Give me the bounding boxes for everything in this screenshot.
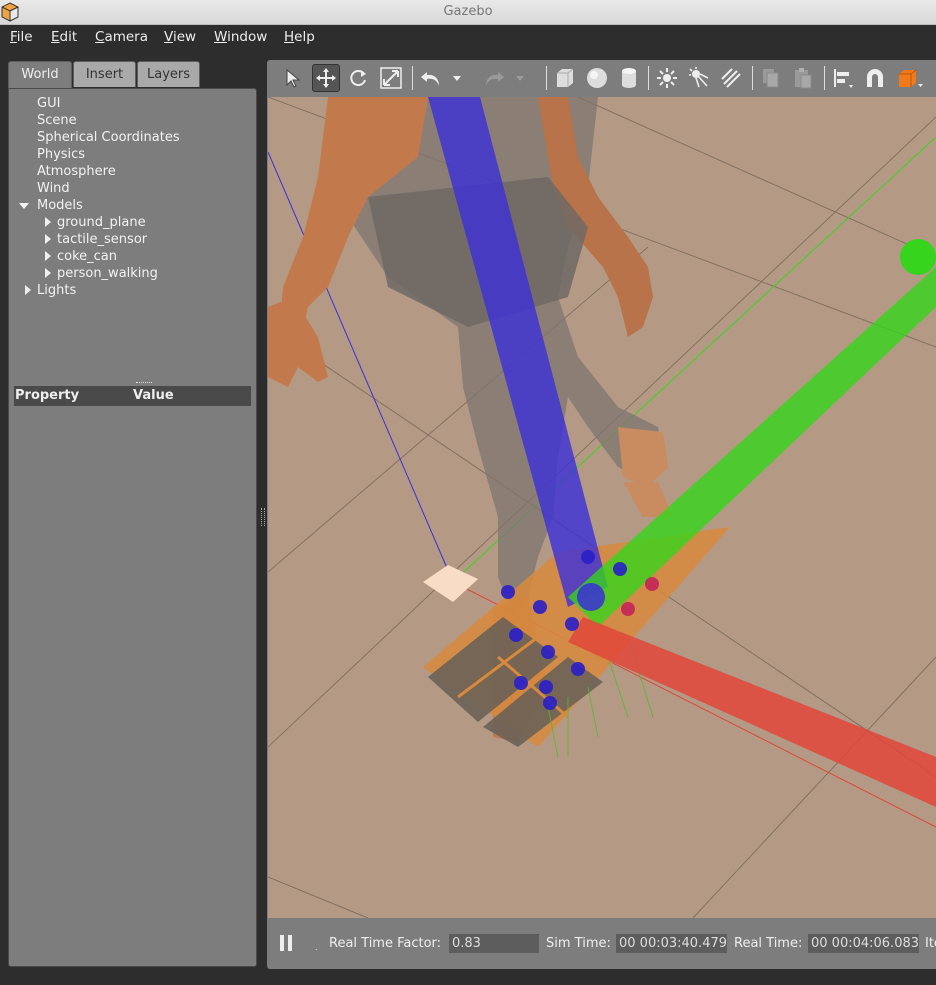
toolbar-separator [648,66,649,90]
scene-viewport[interactable] [268,97,936,918]
menu-window[interactable]: Window [214,29,267,45]
redo-icon[interactable] [480,64,508,92]
tree-item-tactile-sensor[interactable]: tactile_sensor [57,231,147,248]
window-title: Gazebo [443,4,493,19]
tree-item-person-walking[interactable]: person_walking [57,265,158,282]
toolbar-separator [412,66,413,90]
box-icon[interactable] [551,64,579,92]
value-column-header[interactable]: Value [133,388,174,403]
snap-icon[interactable] [861,64,889,92]
menu-camera[interactable]: Camera [95,29,148,45]
origin-marker [577,583,605,611]
property-column-header[interactable]: Property [15,388,79,403]
toolbar-separator [752,66,753,90]
expand-person-walking-icon[interactable] [45,268,51,278]
sim-time-label: Sim Time: [546,936,611,951]
tree-item-wind[interactable]: Wind [37,180,70,197]
spot-light-icon[interactable] [685,64,713,92]
property-table-header: Property Value [14,386,251,406]
menu-file[interactable]: File [10,29,33,45]
tab-insert[interactable]: Insert [73,61,136,87]
paste-icon[interactable] [789,64,817,92]
tree-item-scene[interactable]: Scene [37,112,77,129]
directional-light-icon[interactable] [717,64,745,92]
real-time-factor-value: 0.83 [449,934,539,953]
panel-splitter-handle[interactable] [136,382,152,385]
redo-history-icon[interactable] [512,64,528,92]
sim-time-value: 00 00:03:40.479 [616,934,727,953]
undo-history-icon[interactable] [449,64,465,92]
tree-item-ground-plane[interactable]: ground_plane [57,214,146,231]
pause-icon[interactable] [280,935,294,951]
status-bar: . Real Time Factor: 0.83 Sim Time: 00 00… [268,919,936,968]
vertical-splitter-handle[interactable] [261,508,265,526]
title-bar: Gazebo [0,0,936,25]
select-icon[interactable] [279,64,307,92]
tree-item-gui[interactable]: GUI [37,95,60,112]
expand-lights-icon[interactable] [25,285,31,295]
tree-item-physics[interactable]: Physics [37,146,85,163]
translate-icon[interactable] [312,64,340,92]
align-icon[interactable] [829,64,857,92]
expand-models-icon[interactable] [19,203,29,209]
cylinder-icon[interactable] [615,64,643,92]
tree-item-coke-can[interactable]: coke_can [57,248,117,265]
expand-ground-plane-icon[interactable] [45,217,51,227]
iterations-label: Iterations: [925,936,936,951]
menu-view[interactable]: View [164,29,196,45]
copy-icon[interactable] [757,64,785,92]
real-time-value: 00 00:04:06.083 [808,934,919,953]
tree-item-spherical-coordinates[interactable]: Spherical Coordinates [37,129,180,146]
tab-world[interactable]: World [8,61,72,89]
menu-edit[interactable]: Edit [51,29,77,45]
view-angle-icon[interactable] [896,64,924,92]
expand-tactile-sensor-icon[interactable] [45,234,51,244]
menu-help[interactable]: Help [284,29,315,45]
tree-item-atmosphere[interactable]: Atmosphere [37,163,116,180]
scale-icon[interactable] [377,64,405,92]
expand-coke-can-icon[interactable] [45,251,51,261]
step-dot: . [315,943,318,952]
undo-icon[interactable] [417,64,445,92]
rotate-icon[interactable] [344,64,372,92]
y-axis-arrow-head [900,239,936,275]
scene-toolbar [268,61,936,96]
point-light-icon[interactable] [653,64,681,92]
tab-layers[interactable]: Layers [137,61,200,87]
menu-bar: File Edit Camera View Window Help [0,25,936,50]
world-panel: GUI Scene Spherical Coordinates Physics … [8,88,257,967]
tree-item-models[interactable]: Models [37,197,83,214]
scene-render [268,97,936,918]
real-time-factor-label: Real Time Factor: [329,936,442,951]
toolbar-separator [546,66,547,90]
real-time-label: Real Time: [734,936,803,951]
toolbar-separator [824,66,825,90]
sphere-icon[interactable] [583,64,611,92]
tree-item-lights[interactable]: Lights [37,282,76,299]
